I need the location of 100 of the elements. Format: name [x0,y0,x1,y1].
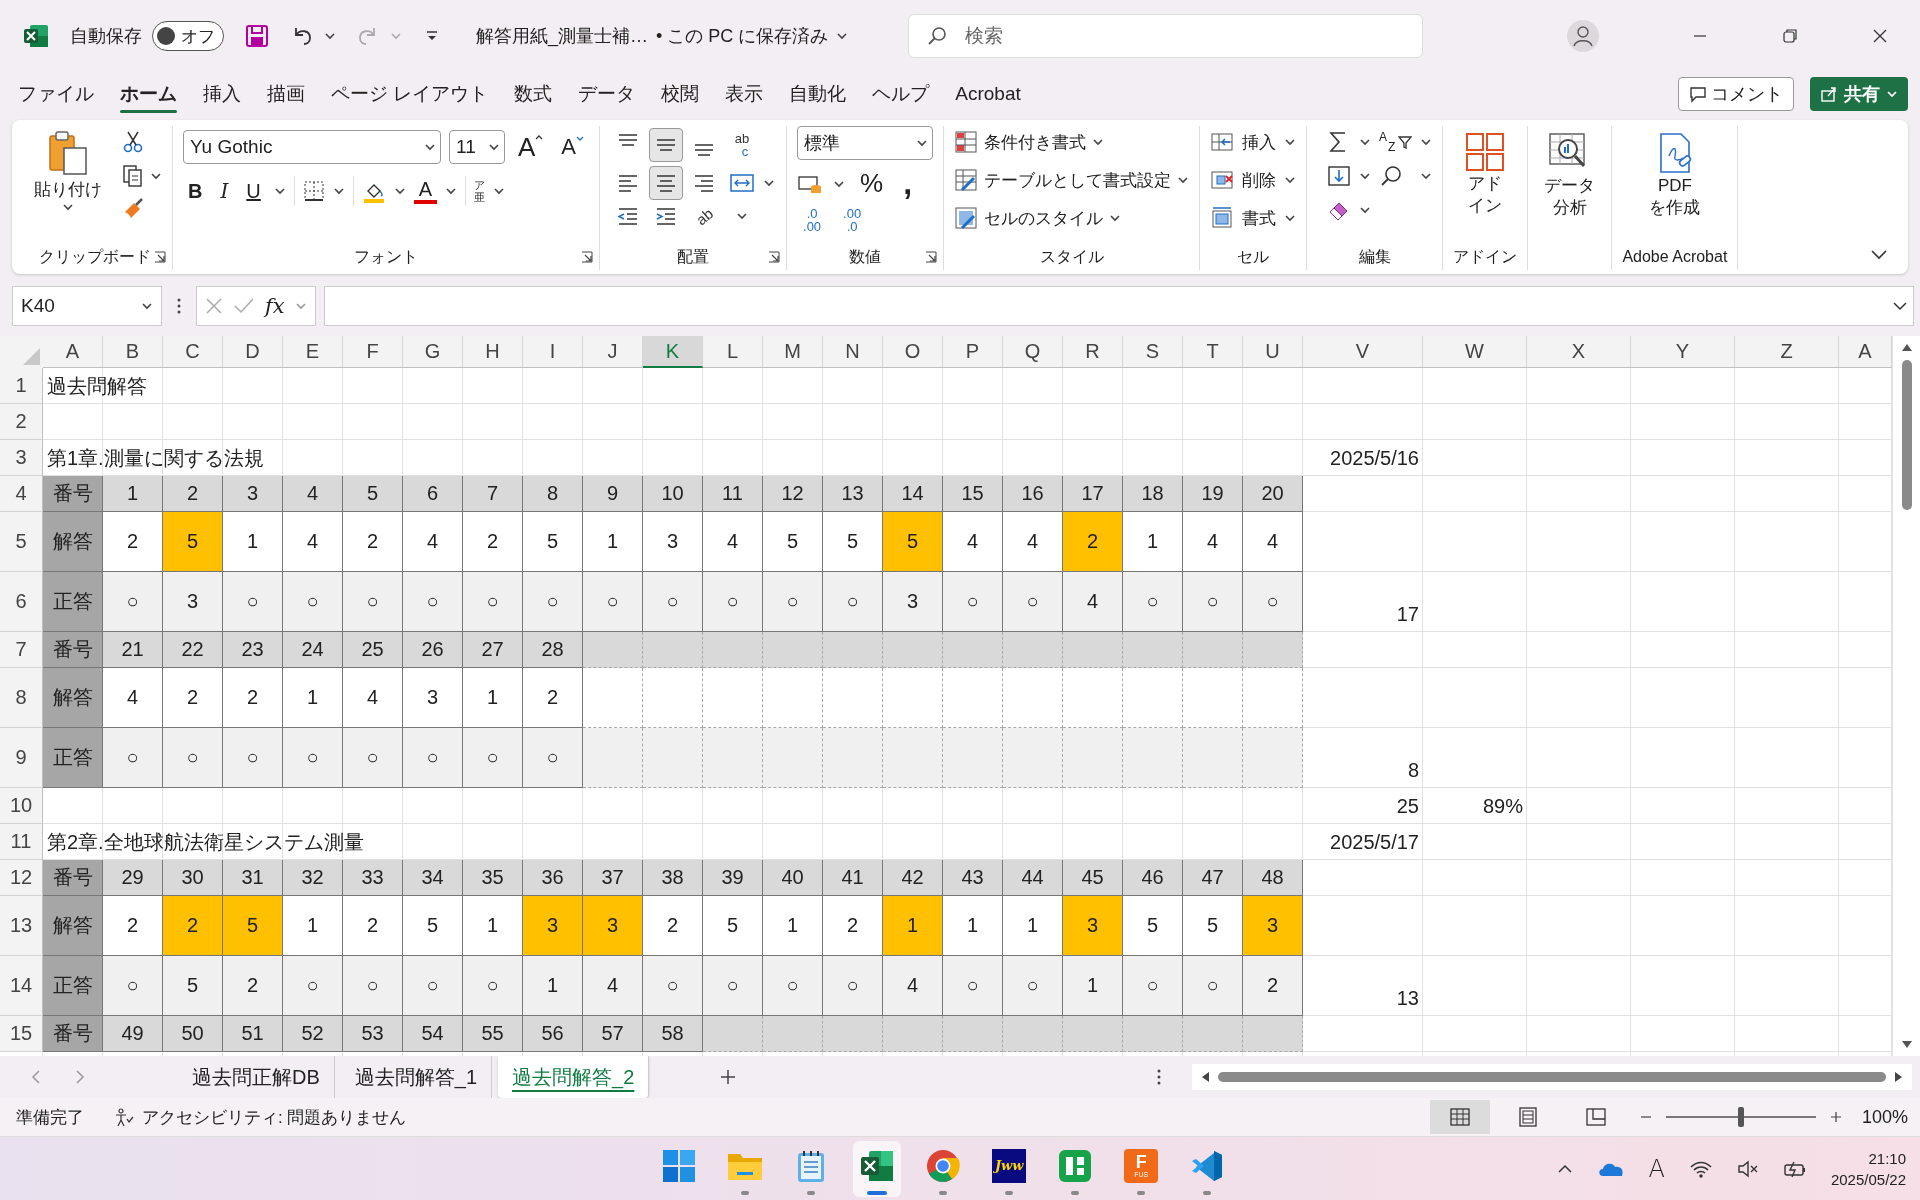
row-header[interactable]: 11 [0,824,43,860]
caret-icon[interactable] [1359,206,1372,214]
caret-icon[interactable] [1284,214,1297,222]
column-header[interactable]: C [163,336,223,368]
row-header[interactable]: 3 [0,440,43,476]
increase-font-size-button[interactable]: A [513,131,549,163]
format-painter-icon[interactable] [122,198,146,220]
sheet-tab[interactable]: 過去問解答_2 [498,1056,650,1098]
ribbon-tab[interactable]: データ [568,75,646,113]
caret-icon[interactable] [393,187,406,195]
font-color-button[interactable]: A [413,178,438,204]
ribbon-tab[interactable]: 挿入 [193,75,251,113]
caret-icon[interactable] [424,143,436,151]
cells-menu-button[interactable]: 削除 [1210,164,1297,196]
row-header[interactable]: 14 [0,956,43,1016]
dialog-launcher-icon[interactable] [768,251,781,263]
caret-icon[interactable] [488,143,500,151]
ribbon-tab[interactable]: 校閲 [651,75,710,113]
caret-icon[interactable] [324,32,336,40]
ribbon-tab[interactable]: 表示 [715,75,774,113]
accessibility-status[interactable]: アクセシビリティ: 問題ありません [142,1105,407,1129]
caret-icon[interactable] [1284,138,1297,146]
more-options-icon[interactable] [176,296,182,316]
find-icon[interactable] [1379,164,1404,188]
caret-icon[interactable] [62,203,74,211]
column-header[interactable]: H [463,336,523,368]
scroll-down-icon[interactable] [1900,1040,1913,1050]
ribbon-tab[interactable]: 自動化 [779,75,857,113]
column-header[interactable]: N [823,336,883,368]
caret-icon[interactable] [332,187,345,195]
dialog-launcher-icon[interactable] [925,251,938,263]
phonetic-guide-button[interactable]: ア 亜 [474,178,486,204]
autosave-toggle[interactable]: オフ [152,21,224,51]
scroll-up-icon[interactable] [1900,342,1913,352]
row-header[interactable]: 8 [0,668,43,728]
sort-filter-button[interactable]: A Z [1379,131,1413,153]
clock[interactable]: 21:10 2025/05/22 [1830,1147,1906,1190]
column-header[interactable]: B [103,336,163,368]
row-header[interactable]: 9 [0,728,43,788]
column-header[interactable]: P [943,336,1003,368]
column-header[interactable]: X [1527,336,1631,368]
row-header[interactable]: 4 [0,476,43,512]
caret-icon[interactable] [1359,138,1372,146]
row-header[interactable]: 5 [0,512,43,572]
scroll-right-icon[interactable] [1894,1071,1904,1083]
row-header[interactable]: 7 [0,632,43,668]
caret-icon[interactable] [1177,176,1190,184]
ribbon-tab[interactable]: ホーム [110,75,187,113]
comment-button[interactable]: コメント [1678,77,1794,111]
taskbar-app-button[interactable]: Jww [985,1140,1034,1197]
caret-icon[interactable] [1092,138,1105,146]
dialog-launcher-icon[interactable] [581,251,594,263]
caret-icon[interactable] [736,212,749,220]
column-header[interactable]: R [1063,336,1123,368]
zoom-level[interactable]: 100% [1861,1106,1908,1128]
column-header[interactable]: U [1243,336,1303,368]
caret-icon[interactable] [445,187,458,195]
column-header[interactable]: G [403,336,463,368]
zoom-slider-thumb[interactable] [1737,1107,1744,1127]
wrap-text-button[interactable]: ab c [734,132,750,158]
caret-icon[interactable] [150,172,162,180]
paste-button[interactable]: 貼り付け [28,126,108,215]
percent-style-button[interactable]: % [855,168,889,199]
fill-down-icon[interactable] [1327,164,1352,188]
taskbar-app-button[interactable] [853,1140,902,1197]
caret-icon[interactable] [916,139,929,147]
scrollbar-thumb[interactable] [1218,1072,1886,1082]
scrollbar-thumb[interactable] [1901,360,1912,510]
check-icon[interactable] [233,297,255,315]
bold-button[interactable]: B [183,179,208,203]
decrease-font-size-button[interactable]: A [556,134,590,160]
cells-menu-button[interactable]: 書式 [1210,202,1297,234]
ribbon-tab[interactable]: ファイル [8,75,104,113]
column-header[interactable]: S [1123,336,1183,368]
column-header[interactable]: E [283,336,343,368]
data-analysis-button[interactable]: データ 分析 [1538,126,1602,222]
row-header[interactable]: 12 [0,860,43,896]
account-avatar-icon[interactable] [1566,19,1600,53]
column-header[interactable]: L [703,336,763,368]
column-header[interactable]: O [883,336,943,368]
text-orientation-button[interactable]: ab [692,204,716,228]
dialog-launcher-icon[interactable] [154,251,166,263]
caret-icon[interactable] [1109,214,1122,222]
caret-icon[interactable] [1284,176,1297,184]
align-button[interactable] [649,128,684,162]
column-header[interactable]: A [43,336,103,368]
caret-icon[interactable] [141,302,153,310]
column-header[interactable]: T [1183,336,1243,368]
ribbon-tab[interactable]: 数式 [504,75,563,113]
align-button[interactable] [649,166,684,200]
column-header[interactable]: Z [1735,336,1839,368]
row-header[interactable]: 2 [0,404,43,440]
column-header[interactable]: M [763,336,823,368]
scissors-icon[interactable] [122,130,144,154]
merge-center-icon[interactable] [729,172,756,194]
copy-icon[interactable] [122,164,144,188]
column-header[interactable]: Y [1631,336,1735,368]
ribbon-tab[interactable]: ページ レイアウト [321,75,499,113]
chevron-up-icon[interactable] [1556,1163,1573,1174]
font-size-dropdown[interactable]: 11 [449,130,505,164]
